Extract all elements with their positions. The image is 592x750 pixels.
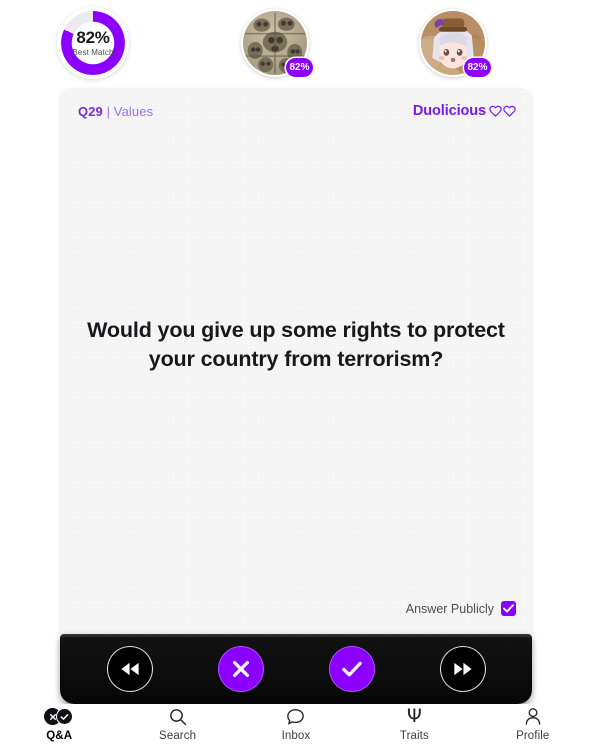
question-meta: Q29 | Values [78,104,153,119]
question-number: 29 [88,103,103,119]
match-percent-badge: 82% [464,58,491,77]
fast-forward-icon [452,660,474,678]
top-match-strip: 82% Best Match 82% 82% [0,0,592,86]
question-text: Would you give up some rights to protect… [87,318,505,371]
answer-yes-button[interactable] [328,646,375,692]
nav-label-search: Search [159,730,197,742]
chat-bubble-icon [286,706,305,727]
brand-logo: Duolicious [413,103,516,119]
answer-action-bar [60,634,532,704]
skip-forward-button[interactable] [439,646,486,692]
answer-publicly-label: Answer Publicly [405,601,494,616]
question-number-prefix: Q [78,103,89,119]
match-slot-2[interactable]: 82% [364,0,542,86]
nav-label-traits: Traits [399,730,429,742]
answer-no-button[interactable] [217,646,264,692]
nav-item-qa[interactable]: Q&A [5,706,113,742]
card-header: Q29 | Values Duolicious [78,98,516,124]
question-card: Q29 | Values Duolicious Would you give u… [60,88,532,636]
psi-icon: Ψ [407,706,422,727]
skip-back-button[interactable] [106,646,153,692]
nav-item-search[interactable]: Search [124,706,232,742]
close-x-icon [231,659,251,679]
question-meta-separator: | [102,103,114,119]
best-match-percent: 82% [76,28,110,47]
best-match-ring[interactable]: 82% Best Match [57,7,129,79]
qa-circles-icon [44,706,74,727]
best-match-text: 82% Best Match [72,29,113,57]
nav-label-qa: Q&A [46,730,73,742]
best-match-slot[interactable]: 82% Best Match [0,0,186,86]
nav-label-inbox: Inbox [281,730,311,742]
qa-check-circle [56,708,74,725]
answer-publicly-checkbox[interactable] [501,601,516,616]
brand-name: Duolicious [412,103,486,119]
brand-hearts [489,105,516,117]
rewind-icon [119,660,141,678]
nav-item-traits[interactable]: Ψ Traits [360,706,468,743]
search-icon [169,706,187,727]
match-slot-1[interactable]: 82% [186,0,364,86]
match-avatar-1-wrap[interactable]: 82% [241,9,313,77]
best-match-caption: Best Match [72,48,114,57]
bottom-navigation: Q&A Search Inbox Ψ Traits Profile [0,704,592,750]
nav-item-inbox[interactable]: Inbox [242,706,350,742]
question-category: Values [113,103,154,119]
person-icon [524,706,542,727]
heart-outline-icon [503,105,516,117]
psi-glyph: Ψ [406,705,422,727]
match-percent-badge: 82% [286,58,313,77]
nav-item-profile[interactable]: Profile [479,706,587,742]
match-avatar-2-wrap[interactable]: 82% [419,9,491,77]
nav-label-profile: Profile [516,730,550,742]
heart-outline-icon [489,105,502,117]
answer-publicly-row[interactable]: Answer Publicly [406,601,516,616]
checkmark-icon [341,660,363,678]
